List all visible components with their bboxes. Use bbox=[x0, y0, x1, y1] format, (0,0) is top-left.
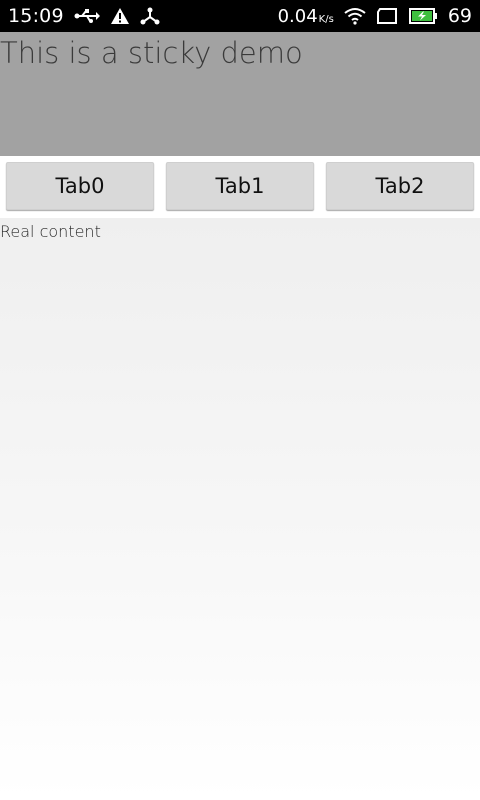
tab-0-button[interactable]: Tab0 bbox=[6, 162, 154, 210]
network-speed-unit: K/s bbox=[318, 13, 334, 25]
tab-2-button[interactable]: Tab2 bbox=[326, 162, 474, 210]
warning-icon bbox=[110, 7, 130, 25]
battery-percent: 69 bbox=[447, 5, 472, 27]
header-title: This is a sticky demo bbox=[0, 36, 303, 70]
status-bar: 15:09 0.04 K/s 69 bbox=[0, 0, 480, 32]
status-time: 15:09 bbox=[8, 5, 64, 27]
status-bar-right: 0.04 K/s 69 bbox=[278, 5, 472, 27]
network-speed: 0.04 K/s bbox=[278, 6, 334, 27]
content-text: Real content bbox=[0, 222, 101, 241]
usb-icon bbox=[74, 8, 100, 24]
content-area: Real content bbox=[0, 218, 480, 800]
wifi-icon bbox=[344, 7, 366, 25]
network-speed-value: 0.04 bbox=[277, 5, 318, 27]
tabs-row: Tab0 Tab1 Tab2 bbox=[0, 156, 480, 218]
battery-charging-icon bbox=[408, 7, 438, 25]
status-bar-left: 15:09 bbox=[8, 5, 160, 27]
sticky-header: This is a sticky demo bbox=[0, 32, 480, 156]
tab-1-button[interactable]: Tab1 bbox=[166, 162, 314, 210]
share-icon bbox=[140, 7, 160, 25]
screen-icon bbox=[376, 7, 398, 25]
